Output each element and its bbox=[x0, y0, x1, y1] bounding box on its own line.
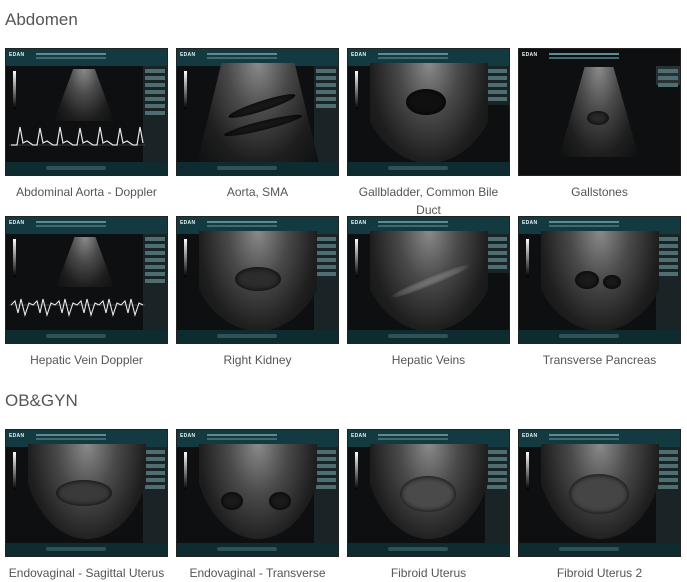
ultrasound-thumbnail[interactable]: EDAN bbox=[347, 48, 510, 176]
gallery-caption[interactable]: Aorta, SMA bbox=[176, 183, 339, 201]
section-title-obgyn: OB&GYN bbox=[5, 391, 78, 410]
ultrasound-thumbnail[interactable]: EDAN bbox=[5, 48, 168, 176]
gallery-caption[interactable]: Fibroid Uterus 2 bbox=[518, 564, 681, 582]
edan-logo: EDAN bbox=[9, 52, 25, 58]
gallery-caption[interactable]: Endovaginal - Sagittal Uterus bbox=[5, 564, 168, 582]
ultrasound-thumbnail[interactable]: EDAN bbox=[176, 48, 339, 176]
edan-logo: EDAN bbox=[9, 220, 25, 226]
edan-logo: EDAN bbox=[180, 433, 196, 439]
gallery-caption[interactable]: Fibroid Uterus bbox=[347, 564, 510, 582]
edan-logo: EDAN bbox=[351, 220, 367, 226]
ultrasound-thumbnail[interactable]: EDAN bbox=[176, 216, 339, 344]
gallery-item-abdominal-aorta-doppler[interactable]: EDAN Abdominal Aorta - Doppler bbox=[5, 48, 168, 201]
gallery-item-endovaginal-transverse[interactable]: EDAN Endovaginal - Transverse bbox=[176, 429, 339, 582]
edan-logo: EDAN bbox=[180, 52, 196, 58]
gallery-item-gallstones[interactable]: EDAN Gallstones bbox=[518, 48, 681, 201]
gallery-item-endovaginal-sagittal-uterus[interactable]: EDAN Endovaginal - Sagittal Uterus bbox=[5, 429, 168, 582]
ultrasound-thumbnail[interactable]: EDAN bbox=[518, 429, 681, 557]
gallery-caption[interactable]: Right Kidney bbox=[176, 351, 339, 369]
doppler-waveform-icon bbox=[9, 126, 145, 146]
ultrasound-thumbnail[interactable]: EDAN bbox=[518, 48, 681, 176]
gallery-caption[interactable]: Gallbladder, Common Bile Duct bbox=[347, 183, 510, 219]
edan-logo: EDAN bbox=[351, 52, 367, 58]
ultrasound-thumbnail[interactable]: EDAN bbox=[347, 216, 510, 344]
ultrasound-thumbnail[interactable]: EDAN bbox=[5, 216, 168, 344]
gallery-item-right-kidney[interactable]: EDAN Right Kidney bbox=[176, 216, 339, 369]
section-title-abdomen: Abdomen bbox=[5, 10, 78, 29]
gallery-item-gallbladder-common-bile-duct[interactable]: EDAN Gallbladder, Common Bile Duct bbox=[347, 48, 510, 219]
gallery-caption[interactable]: Hepatic Vein Doppler bbox=[5, 351, 168, 369]
gallery-caption[interactable]: Gallstones bbox=[518, 183, 681, 201]
gallery-item-fibroid-uterus[interactable]: EDAN Fibroid Uterus bbox=[347, 429, 510, 582]
edan-logo: EDAN bbox=[522, 52, 538, 58]
gallery-item-transverse-pancreas[interactable]: EDAN Transverse Pancreas bbox=[518, 216, 681, 369]
edan-logo: EDAN bbox=[522, 433, 538, 439]
gallery-caption[interactable]: Hepatic Veins bbox=[347, 351, 510, 369]
ultrasound-thumbnail[interactable]: EDAN bbox=[176, 429, 339, 557]
ultrasound-thumbnail[interactable]: EDAN bbox=[518, 216, 681, 344]
edan-logo: EDAN bbox=[351, 433, 367, 439]
gallery-item-hepatic-vein-doppler[interactable]: EDAN Hepatic Vein Doppler bbox=[5, 216, 168, 369]
ultrasound-thumbnail[interactable]: EDAN bbox=[5, 429, 168, 557]
doppler-waveform-icon bbox=[9, 298, 145, 317]
gallery-item-hepatic-veins[interactable]: EDAN Hepatic Veins bbox=[347, 216, 510, 369]
edan-logo: EDAN bbox=[180, 220, 196, 226]
gallery-item-aorta-sma[interactable]: EDAN Aorta, SMA bbox=[176, 48, 339, 201]
edan-logo: EDAN bbox=[522, 220, 538, 226]
edan-logo: EDAN bbox=[9, 433, 25, 439]
ultrasound-thumbnail[interactable]: EDAN bbox=[347, 429, 510, 557]
gallery-caption[interactable]: Abdominal Aorta - Doppler bbox=[5, 183, 168, 201]
gallery-caption[interactable]: Transverse Pancreas bbox=[518, 351, 681, 369]
gallery-caption[interactable]: Endovaginal - Transverse bbox=[176, 564, 339, 582]
gallery-item-fibroid-uterus-2[interactable]: EDAN Fibroid Uterus 2 bbox=[518, 429, 681, 582]
